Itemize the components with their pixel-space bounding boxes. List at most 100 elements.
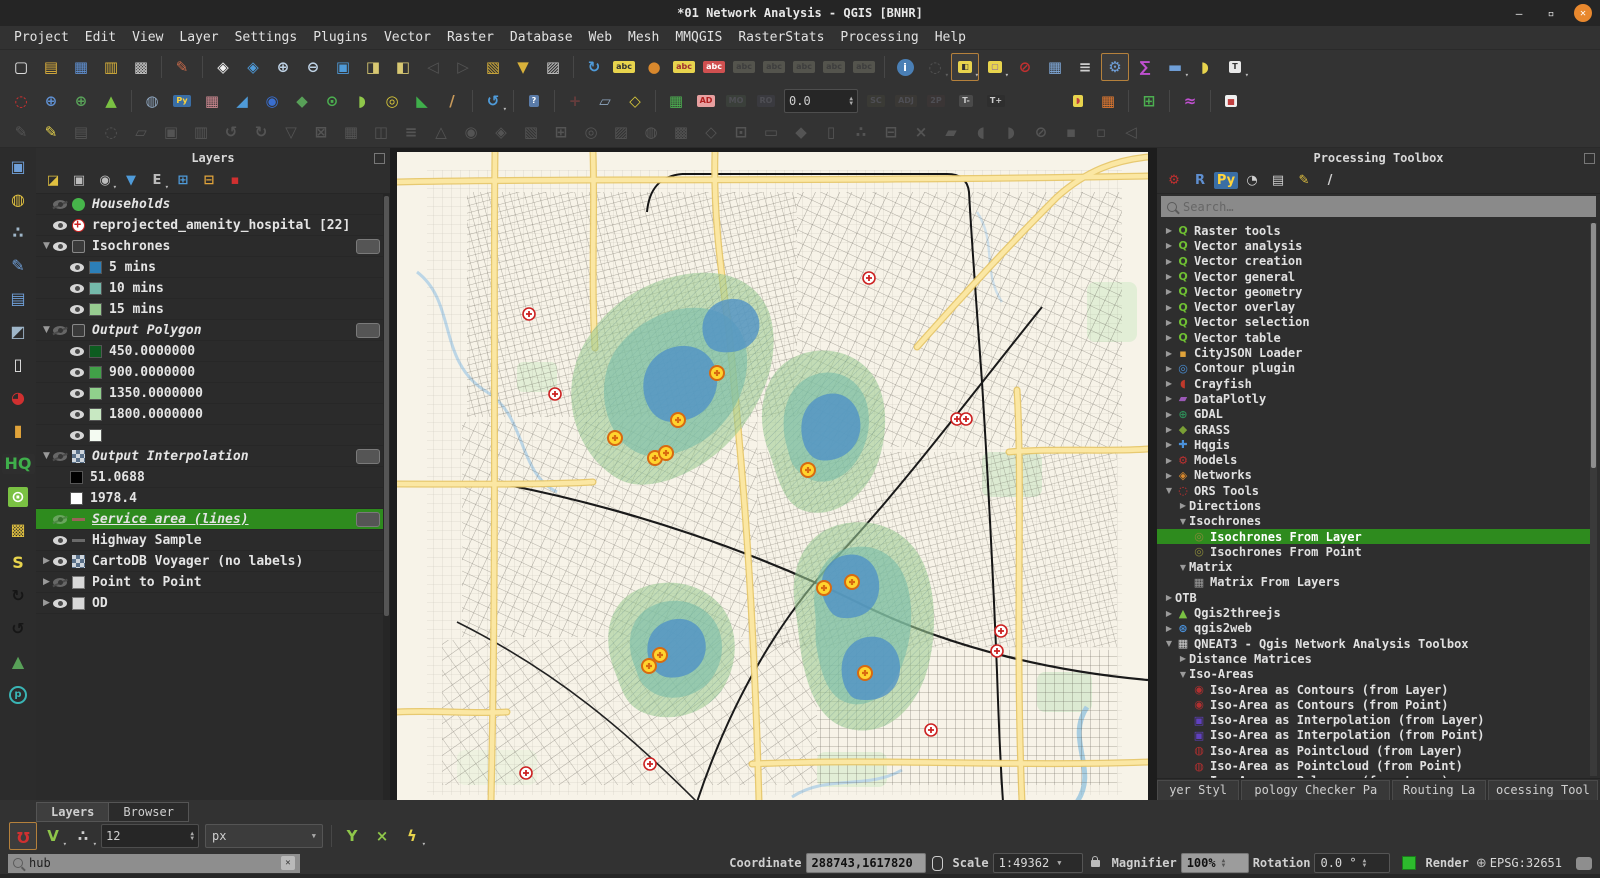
digitize-tool-27-icon[interactable]: ▯ — [817, 119, 845, 147]
zoom-to-selection-icon[interactable]: ◧ — [389, 53, 417, 81]
digitize-tool-6-icon[interactable]: ▥ — [187, 119, 215, 147]
chart-widget-icon[interactable]: ▮ — [3, 416, 33, 445]
digitize-tool-19-icon[interactable]: ◎ — [577, 119, 605, 147]
advanced-digitize-adj-icon[interactable]: ADJ — [892, 87, 920, 115]
menu-vector[interactable]: Vector — [376, 28, 439, 47]
slope-tool-icon[interactable]: ◢ — [228, 87, 256, 115]
streetview-icon[interactable]: S — [3, 548, 33, 577]
hospital-marker-selected[interactable] — [653, 648, 667, 662]
bookmarks-icon[interactable]: ▼ — [509, 53, 537, 81]
messages-icon[interactable] — [1576, 857, 1592, 870]
menu-view[interactable]: View — [124, 28, 171, 47]
layer-row-output-polygon[interactable]: ▼Output Polygon — [36, 320, 384, 341]
undock-icon[interactable] — [1584, 153, 1595, 164]
digitize-tool-0-icon[interactable]: ✎ — [7, 119, 35, 147]
qgis2threejs-icon[interactable]: ▲ — [97, 87, 125, 115]
dock-tab-3[interactable]: ocessing Tool — [1488, 780, 1598, 800]
visibility-eye-icon[interactable] — [70, 347, 84, 356]
select-by-rectangle-icon[interactable]: ◧▾ — [951, 53, 979, 81]
layer-row-point-to-point[interactable]: ▶Point to Point — [36, 572, 384, 593]
hqgis-icon[interactable]: HQ — [3, 449, 33, 478]
menu-settings[interactable]: Settings — [227, 28, 306, 47]
digitize-tool-30-icon[interactable]: × — [907, 119, 935, 147]
remove-layer-icon[interactable]: ▪ — [223, 169, 247, 193]
algorithm-cityjson-loader[interactable]: ▶▪CityJSON Loader — [1157, 345, 1593, 360]
algorithm-models[interactable]: ▶⚙Models — [1157, 452, 1593, 467]
tab-layers[interactable]: Layers — [36, 802, 109, 822]
digitize-tool-7-icon[interactable]: ↺ — [217, 119, 245, 147]
new-print-layout-icon[interactable]: ▥ — [97, 53, 125, 81]
r-scripts-icon[interactable]: R — [1188, 169, 1212, 193]
statistics-abacus-icon[interactable]: ≡ — [1071, 53, 1099, 81]
python-console-icon[interactable]: Py — [168, 87, 196, 115]
undo-history-icon[interactable]: ↺▾ — [479, 87, 507, 115]
digitize-tool-15-icon[interactable]: ◉ — [457, 119, 485, 147]
add-group-icon[interactable]: ▣ — [67, 169, 91, 193]
digitize-tool-20-icon[interactable]: ▨ — [607, 119, 635, 147]
visibility-eye-icon[interactable] — [53, 452, 67, 461]
new-geopackage-icon[interactable]: ◍ — [3, 185, 33, 214]
histogram-tool-icon[interactable]: ▅ — [1217, 87, 1245, 115]
hospital-marker[interactable] — [991, 645, 1003, 657]
digitize-tool-28-icon[interactable]: ∴ — [847, 119, 875, 147]
menu-edit[interactable]: Edit — [77, 28, 124, 47]
visibility-eye-icon[interactable] — [53, 242, 67, 251]
profile-tool-icon[interactable]: ≈ — [1176, 87, 1204, 115]
new-3d-map-icon[interactable]: ▨ — [539, 53, 567, 81]
advanced-digitize-2p-icon[interactable]: 2P — [922, 87, 950, 115]
expander-icon[interactable]: ▶ — [40, 598, 53, 608]
collapse-all-icon[interactable]: ⊟ — [197, 169, 221, 193]
digitize-tool-8-icon[interactable]: ↻ — [247, 119, 275, 147]
filter-legend-icon[interactable]: ▼ — [119, 169, 143, 193]
hospital-marker-selected[interactable] — [817, 581, 831, 595]
menu-mesh[interactable]: Mesh — [620, 28, 667, 47]
identify-features-icon[interactable]: i — [891, 53, 919, 81]
visibility-eye-icon[interactable] — [70, 284, 84, 293]
menu-database[interactable]: Database — [502, 28, 581, 47]
digitize-tool-31-icon[interactable]: ▰ — [937, 119, 965, 147]
scale-select[interactable]: 1:49362▼ — [993, 853, 1083, 873]
algorithm-iso-area-as-interpolation-from-point-[interactable]: ▣Iso-Area as Interpolation (from Point) — [1157, 728, 1593, 743]
expander-icon[interactable]: ▶ — [1163, 624, 1175, 633]
cad-crosshair-icon[interactable]: + — [561, 87, 589, 115]
expander-icon[interactable]: ▶ — [1163, 394, 1175, 403]
digitize-tool-13-icon[interactable]: ≡ — [397, 119, 425, 147]
advanced-digitизе-ad-icon[interactable]: AD — [692, 87, 720, 115]
expander-icon[interactable]: ▶ — [1163, 471, 1175, 480]
layer-row-od[interactable]: ▶OD — [36, 593, 384, 614]
history-icon[interactable]: ◔ — [1240, 169, 1264, 193]
append-features-table-icon[interactable]: ⊞ — [1135, 87, 1163, 115]
visibility-eye-icon[interactable] — [53, 326, 67, 335]
hospital-marker[interactable] — [523, 308, 535, 320]
models-menu-icon[interactable]: ⚙ — [1162, 169, 1186, 193]
menu-processing[interactable]: Processing — [832, 28, 926, 47]
algorithm-vector-selection[interactable]: ▶QVector selection — [1157, 315, 1593, 330]
expander-icon[interactable]: ▶ — [1163, 333, 1175, 342]
digitize-tool-35-icon[interactable]: ▪ — [1057, 119, 1085, 147]
digitize-tool-23-icon[interactable]: ◇ — [697, 119, 725, 147]
layer-row-1978-4[interactable]: 1978.4 — [36, 488, 384, 509]
globe-3d-icon[interactable]: ◉ — [258, 87, 286, 115]
statistical-summary-icon[interactable]: ∑ — [1131, 53, 1159, 81]
hospital-marker-selected[interactable] — [608, 431, 622, 445]
algorithm-vector-general[interactable]: ▶QVector general — [1157, 269, 1593, 284]
indicator-chip[interactable] — [356, 323, 380, 338]
digitize-tool-16-icon[interactable]: ◈ — [487, 119, 515, 147]
expand-all-icon[interactable]: ⊞ — [171, 169, 195, 193]
processing-toolbox-icon[interactable]: ⚙ — [1101, 53, 1129, 81]
algorithm-iso-area-as-contours-from-layer-[interactable]: ◉Iso-Area as Contours (from Layer) — [1157, 682, 1593, 697]
algorithm-otb[interactable]: ▶OTB — [1157, 590, 1593, 605]
snapping-mode-icon[interactable]: V▾ — [39, 822, 67, 850]
algorithm-vector-overlay[interactable]: ▶QVector overlay — [1157, 299, 1593, 314]
algorithm-isochrones[interactable]: ▼Isochrones — [1157, 514, 1593, 529]
select-features-icon[interactable]: ◌▾ — [921, 53, 949, 81]
zoom-next-icon[interactable]: ▷ — [449, 53, 477, 81]
mmqgis-globe-plus-icon[interactable]: ⊕ — [37, 87, 65, 115]
digitize-tool-25-icon[interactable]: ▭ — [757, 119, 785, 147]
algorithm-iso-areas[interactable]: ▼Iso-Areas — [1157, 667, 1593, 682]
mmqgis-globe-search-icon[interactable]: ⊕ — [67, 87, 95, 115]
manage-map-themes-icon[interactable]: ◉▾ — [93, 169, 117, 193]
expander-icon[interactable]: ▶ — [1163, 272, 1175, 281]
results-viewer-icon[interactable]: ▤ — [1266, 169, 1290, 193]
expander-icon[interactable]: ▼ — [1177, 517, 1189, 526]
